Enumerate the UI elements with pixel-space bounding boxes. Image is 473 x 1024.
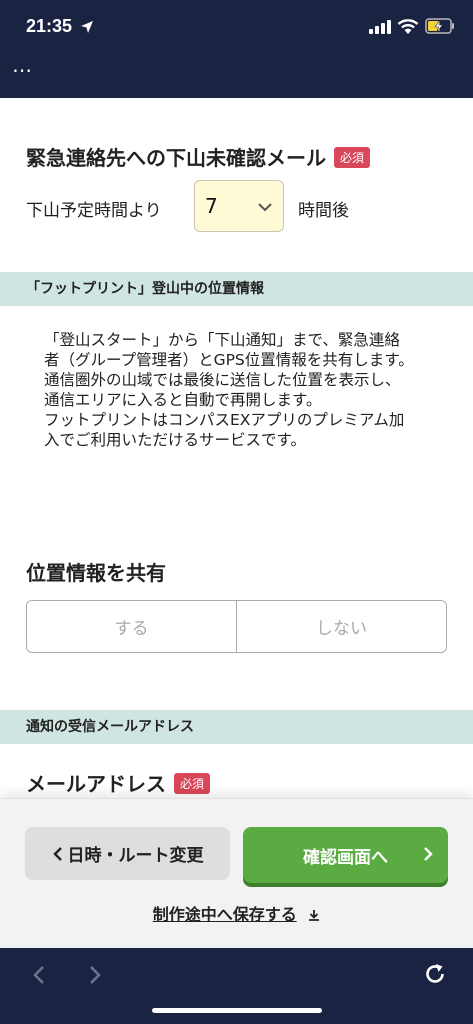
change-datetime-route-button[interactable]: 日時・ルート変更 xyxy=(25,827,230,880)
footprint-description: 「登山スタート」から「下山通知」まで、緊急連絡者（グループ管理者）とGPS位置情… xyxy=(44,330,414,450)
status-time: 21:35 xyxy=(26,16,73,36)
back-button-label: 日時・ルート変更 xyxy=(67,846,204,866)
hours-select-value: 7 xyxy=(205,194,218,218)
required-badge: 必須 xyxy=(334,147,371,168)
footprint-section-header: 「フットプリント」登山中の位置情報 xyxy=(0,272,473,306)
download-icon xyxy=(309,910,320,921)
reload-icon[interactable] xyxy=(423,962,447,986)
confirm-button-label: 確認画面へ xyxy=(303,847,388,868)
action-area: 日時・ルート変更 確認画面へ 制作途中へ保存する xyxy=(0,798,473,948)
chevron-right-icon xyxy=(424,847,433,861)
more-icon[interactable]: ⋯ xyxy=(12,58,33,82)
location-arrow-icon xyxy=(81,21,93,33)
back-arrow-icon[interactable] xyxy=(30,964,48,986)
delay-suffix-label: 時間後 xyxy=(298,201,349,221)
share-toggle: する しない xyxy=(26,600,447,653)
mail-address-title: メールアドレス 必須 xyxy=(26,768,211,797)
browser-bottom-bar xyxy=(0,948,473,1024)
home-indicator xyxy=(152,1008,322,1013)
browser-top-bar: 21:35 ⋯ xyxy=(0,0,473,98)
forward-arrow-icon[interactable] xyxy=(86,964,104,986)
description-paragraph: 「登山スタート」から「下山通知」まで、緊急連絡者（グループ管理者）とGPS位置情… xyxy=(44,331,414,369)
mail-address-title-text: メールアドレス xyxy=(26,772,166,796)
chevron-down-icon xyxy=(258,203,272,212)
wifi-icon xyxy=(397,19,419,34)
share-no-button[interactable]: しない xyxy=(236,601,446,652)
alert-mail-title-text: 緊急連絡先への下山未確認メール xyxy=(26,146,326,170)
required-badge: 必須 xyxy=(174,773,211,794)
alert-mail-title: 緊急連絡先への下山未確認メール 必須 xyxy=(26,142,371,171)
save-draft-label: 制作途中へ保存する xyxy=(152,905,297,924)
share-yes-button[interactable]: する xyxy=(27,601,236,652)
mail-section-header: 通知の受信メールアドレス xyxy=(0,710,473,744)
share-location-title: 位置情報を共有 xyxy=(26,561,166,585)
confirm-screen-button[interactable]: 確認画面へ xyxy=(243,827,448,883)
description-paragraph: フットプリントはコンパスEXアプリのプレミアム加入でご利用いただけるサービスです… xyxy=(44,411,405,449)
description-paragraph: 通信圏外の山域では最後に送信した位置を表示し、通信エリアに入ると自動で再開します… xyxy=(44,371,401,409)
hours-select[interactable]: 7 xyxy=(194,180,284,232)
battery-charging-icon xyxy=(425,18,454,34)
cellular-signal-icon xyxy=(369,20,391,34)
delay-row: 下山予定時間より 7 時間後 xyxy=(26,180,446,232)
delay-prefix-label: 下山予定時間より xyxy=(26,201,162,221)
form-content: 緊急連絡先への下山未確認メール 必須 下山予定時間より 7 時間後 「フットプリン… xyxy=(0,98,473,798)
save-draft-link[interactable]: 制作途中へ保存する xyxy=(0,901,473,925)
chevron-left-icon xyxy=(52,846,62,861)
